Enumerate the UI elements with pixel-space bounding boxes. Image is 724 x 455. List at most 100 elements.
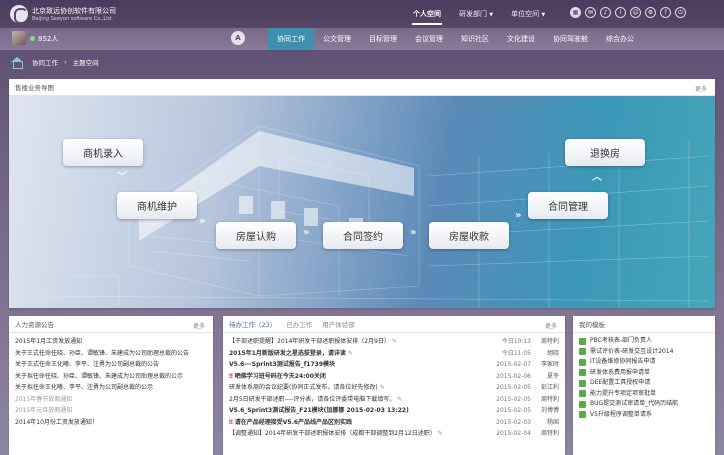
breadcrumb-item[interactable]: 协同工作 [32,57,58,67]
list-item[interactable]: IT设备维修协同报告申请 [579,357,709,368]
menu-general-office[interactable]: 综合办公 [597,28,643,50]
my-templates-panel: 我的模板 PBC考核表-部门负责人 需试评价表-研发交互设计2014 IT设备维… [573,316,715,455]
table-row[interactable]: 【调整通知】2014年研发干部述职报体安排（成都干部调整到2月12日述职） ✎ 2… [229,428,559,440]
menu-collab-work[interactable]: 协同工作 [268,28,314,50]
chat-icon[interactable]: ✉ [585,7,596,18]
table-row[interactable]: 2月5日研发干部述职----评分表，请各位评委带电脑下载填写。 ✎ 2015-02… [229,394,559,406]
more-link[interactable]: 更多 [545,321,557,330]
work-item-title: 【调整通知】2014年研发干部述职报体安排（成都干部调整到2月12日述职） [229,430,436,437]
table-row[interactable]: 研发体系周的会议纪要(协同正式发布，请各位好先修改) ✎ 2015-02-05 彭… [229,382,559,394]
work-item-sender: 周特利 [540,338,559,345]
table-row[interactable]: V5.6---Sprint3测试报告_f1739模块 2015-02-07 李家… [229,359,559,371]
tab-ux-dept[interactable]: 用户体验部 [322,319,355,329]
chevron-down-icon: ﹀ [117,172,127,183]
attachment-icon: ✎ [397,395,403,403]
flow-node-house-payment[interactable]: 房屋收款 [429,222,509,249]
form-icon [579,348,586,356]
list-item[interactable]: 2015年春节放假通知 [15,394,207,406]
company-name-en: Beijing Seeyon software Co.,Ltd. [32,16,113,22]
list-item[interactable]: PBC考核表-部门负责人 [579,336,709,347]
templates-panel-header: 我的模板 [573,316,715,333]
list-item[interactable]: 能力提升专项定项审批单 [579,389,709,400]
list-item[interactable]: 关于王式任命任晓、孙臣、谭敏锋、朱建成为公司助理总裁的公告 [15,348,207,360]
blueprint-background [38,125,710,308]
work-item-sender: 周特利 [540,395,559,403]
top-nav-unit-space[interactable]: 单位空间 ▼ [502,9,554,25]
template-list: PBC考核表-部门负责人 需试评价表-研发交互设计2014 IT设备维修协同报告… [573,333,715,423]
list-item[interactable]: 研发体系费用报申请单 [579,368,709,379]
settings-icon[interactable]: ⚙ [645,7,656,18]
list-item[interactable]: 关于拟任命王化曦、李平、注勇为公司副总裁的公示 [15,382,207,394]
table-row[interactable]: 2015年1月新版研发之星选拔登录，请详读 ✎ 今日11:05 胡晓 [229,348,559,360]
breadcrumb: 协同工作 › 主题空间 [10,55,99,69]
home-icon[interactable] [10,56,24,69]
flow-node-contract-management[interactable]: 合同管理 [528,192,608,219]
more-link[interactable]: 更多 [695,84,707,93]
company-name-cn: 北京致远协创软件有限公司 [32,7,116,15]
menu-culture[interactable]: 文化建设 [498,28,544,50]
table-row[interactable]: ‼ 晒佛学习班号码在今天24:00关闭 2015-02-06 夏冬 [229,371,559,383]
list-item[interactable]: 2014年10月份工资发放通知！ [15,417,207,429]
logo-icon [10,5,28,24]
flow-node-house-subscription[interactable]: 房屋认购 [216,222,296,249]
list-item[interactable]: 需试评价表-研发交互设计2014 [579,347,709,358]
help-icon[interactable]: ? [660,7,671,18]
chevron-right-icon: » [199,216,206,227]
list-item[interactable]: BUG提交测试审请单_代码历结航 [579,399,709,410]
user-icon[interactable]: ☺ [630,7,641,18]
power-icon[interactable]: ⏻ [675,7,686,18]
list-item[interactable]: 2015年元旦放假通知 [15,405,207,417]
work-item-sender: 杨国 [546,418,559,426]
table-row[interactable]: V5.6_Sprint3测试报告_F21模块(加挪挪 2015-02-03 13… [229,405,559,417]
chevron-down-icon: ▼ [541,12,546,18]
form-icon [579,390,586,398]
flow-node-refund-exchange[interactable]: 退换房 [565,139,645,166]
list-item[interactable]: 关于王式任命王化曦、李平、注勇为公司副总裁的公告 [15,359,207,371]
flow-node-lead-maintenance[interactable]: 商机维护 [117,192,197,219]
menu-cockpit[interactable]: 协同驾驶舱 [544,28,597,50]
grid-icon[interactable]: ▦ [570,7,581,18]
menu-document-mgmt[interactable]: 公文管理 [314,28,360,50]
company-logo[interactable]: 北京致远协创软件有限公司 Beijing Seeyon software Co.… [10,5,116,24]
form-icon [579,400,586,408]
top-nav-personal-space[interactable]: 个人空间 [404,9,450,25]
menu-goal-mgmt[interactable]: 目标管理 [360,28,406,50]
top-header: 北京致远协创软件有限公司 Beijing Seeyon software Co.… [0,0,724,28]
sales-flow-panel: 售楼业务导图 更多 商机录入 ﹀ 商机维护 » 房屋认购 » 合同签约 » 房屋… [9,79,715,308]
avatar[interactable] [12,31,26,45]
work-item-title: V5.6---Sprint3测试报告_f1739模块 [229,361,335,368]
attachment-icon: ✎ [437,430,443,437]
work-panel-header: 待办工作（23） 已办工作 用户体验部 更多 [223,316,565,333]
home-button[interactable]: A [231,31,245,45]
chevron-down-icon: ▼ [489,12,494,18]
list-item[interactable]: 2015年1月工资发放通知 [15,336,207,348]
flow-node-contract-signing[interactable]: 合同签约 [323,222,403,249]
work-item-title: 2015年1月新版研发之星选拔登录，请详读 [229,349,346,357]
more-link[interactable]: 更多 [193,321,205,330]
menu-knowledge[interactable]: 知识社区 [452,28,498,50]
list-item[interactable]: 关于拟任命任晓、孙臣、谭敏锋、朱建成为公司助理总裁的公示 [15,371,207,383]
work-tabs: 待办工作（23） 已办工作 用户体验部 [229,319,355,329]
list-item[interactable]: DEE配置工具授权申请 [579,378,709,389]
online-count[interactable]: 852人 [38,34,58,44]
list-item[interactable]: V5升级程序调整单请系 [579,410,709,421]
flow-node-lead-entry[interactable]: 商机录入 [63,139,143,166]
tab-done-work[interactable]: 已办工作 [286,319,312,329]
urgent-flag-icon: ‼ [229,418,233,426]
form-icon [579,358,586,366]
bell-icon[interactable]: ♪ [600,7,611,18]
menu-meeting-mgmt[interactable]: 会议管理 [406,28,452,50]
top-nav-rd-dept[interactable]: 研发部门 ▼ [450,9,502,25]
panel-title: 我的模板 [579,321,605,329]
work-item-sender: 刘博博 [540,407,559,414]
form-icon [579,337,586,345]
table-row[interactable]: ‼ 请在产品经理接受V5.6产品线产品区别实践 2015-02-03 杨国 [229,417,559,429]
attachment-icon: ✎ [391,338,397,345]
attachment-icon: ✎ [379,384,385,391]
pending-work-panel: 待办工作（23） 已办工作 用户体验部 更多 【干部述职提醒】2014年研发干部… [223,316,565,455]
work-item-sender: 李家时 [540,361,559,368]
info-icon[interactable]: i [615,7,626,18]
table-row[interactable]: 【干部述职提醒】2014年研发干部述职报体安排（2月9日） ✎ 今日10:13 周… [229,336,559,348]
tab-pending-work[interactable]: 待办工作（23） [229,319,276,329]
work-item-date: 2015-02-05 [496,384,531,391]
